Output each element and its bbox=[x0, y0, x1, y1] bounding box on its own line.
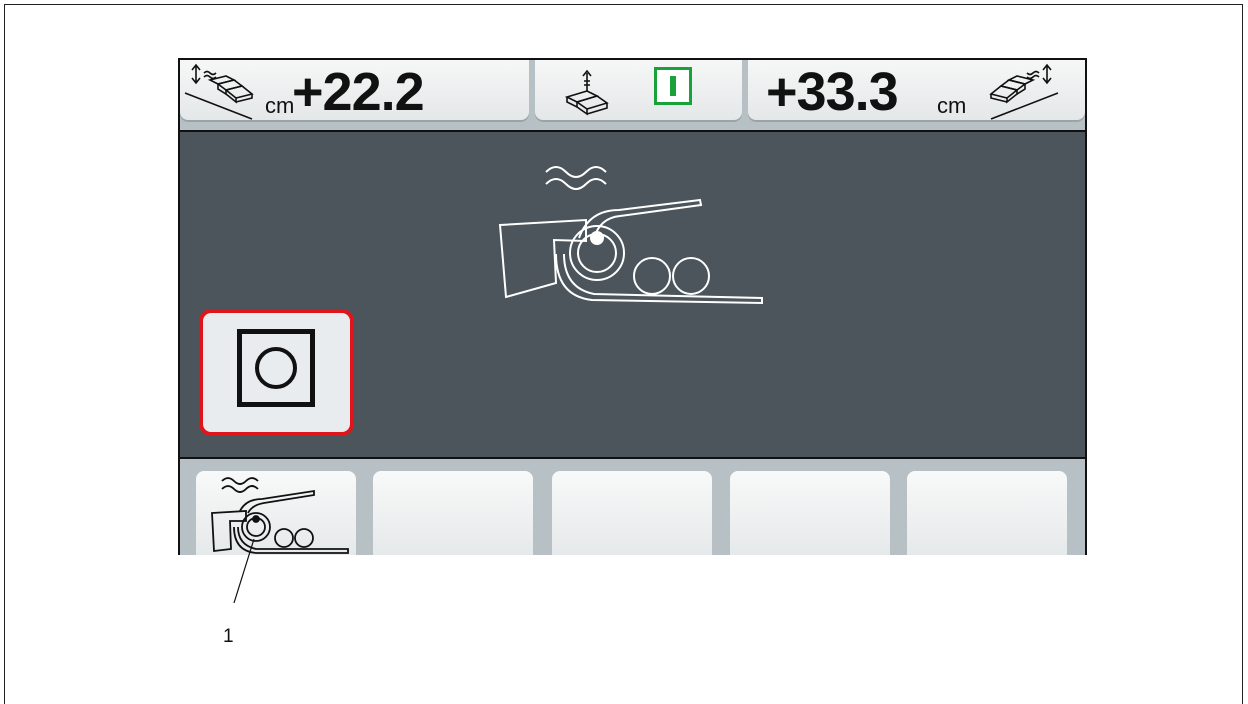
stop-ring bbox=[255, 347, 297, 389]
callout-leader-line bbox=[233, 538, 255, 604]
screed-height-tile[interactable] bbox=[535, 60, 742, 122]
left-slope-value: +22.2 bbox=[292, 62, 425, 122]
status-indicator-bar bbox=[670, 76, 676, 96]
softkey-bar bbox=[180, 457, 1085, 555]
softkey-4[interactable] bbox=[730, 471, 890, 555]
left-slope-tile[interactable]: cm +22.2 bbox=[180, 60, 529, 122]
main-area bbox=[180, 132, 1085, 457]
stop-button[interactable] bbox=[199, 309, 354, 436]
conveyor-roller-vibration-icon bbox=[211, 477, 349, 554]
softkey-1[interactable] bbox=[196, 471, 356, 555]
right-unit: cm bbox=[937, 93, 967, 118]
conveyor-roller-vibration-icon bbox=[498, 166, 763, 305]
left-unit: cm bbox=[265, 93, 295, 118]
operator-display: cm +22.2 +33.3 cm bbox=[178, 58, 1087, 555]
softkey-3[interactable] bbox=[552, 471, 712, 555]
screed-slope-right-icon bbox=[989, 63, 1059, 120]
screed-slope-left-icon bbox=[184, 63, 254, 120]
callout-number: 1 bbox=[223, 626, 234, 647]
stop-circle-icon bbox=[237, 329, 315, 407]
status-indicator bbox=[654, 67, 692, 105]
softkey-5[interactable] bbox=[907, 471, 1067, 555]
screed-height-icon bbox=[564, 69, 609, 116]
softkey-2[interactable] bbox=[373, 471, 533, 555]
right-slope-tile[interactable]: +33.3 cm bbox=[748, 60, 1085, 122]
right-slope-value: +33.3 bbox=[766, 62, 899, 122]
status-bar: cm +22.2 +33.3 cm bbox=[180, 60, 1085, 132]
